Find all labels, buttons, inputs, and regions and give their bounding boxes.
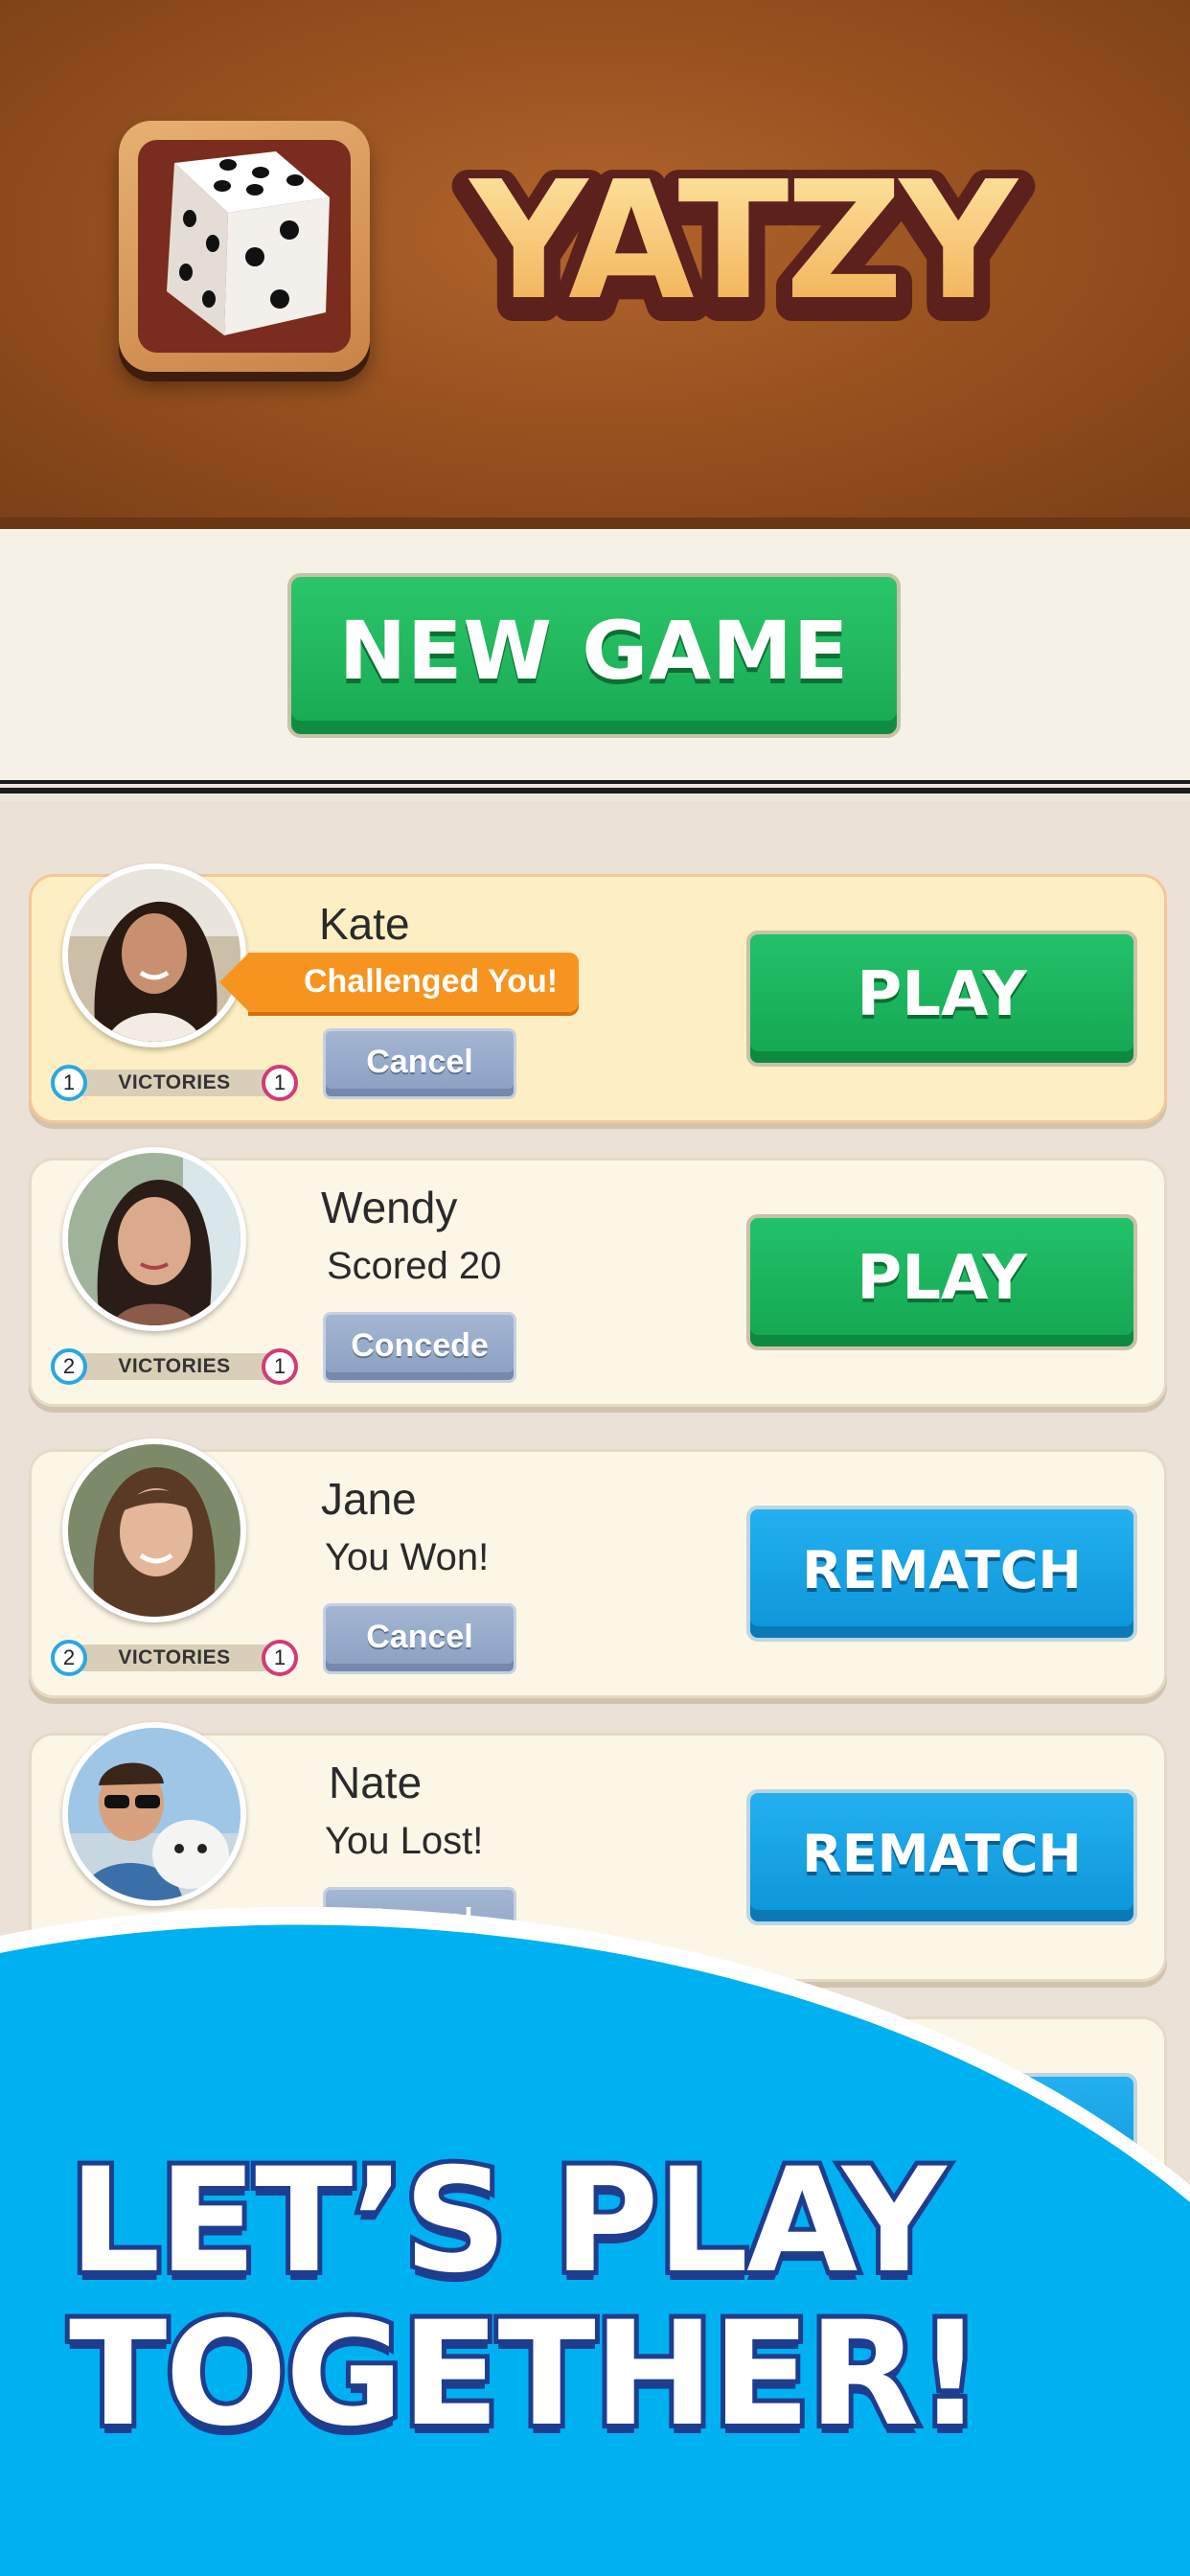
svg-text:YATZY: YATZY [468, 147, 1018, 336]
rematch-button[interactable]: REMATCH [746, 1506, 1137, 1642]
my-wins: 2 [51, 1640, 87, 1676]
player-name: Kate [319, 899, 410, 949]
cancel-button[interactable]: Cancel [323, 1603, 516, 1674]
play-button[interactable]: PLAY [746, 1214, 1137, 1350]
game-status: You Won! [325, 1536, 490, 1578]
rematch-button[interactable]: REMATCH [746, 1789, 1137, 1925]
app-title: YATZY YATZY [429, 134, 1054, 364]
victories-counter: VICTORIES 2 1 [51, 1348, 298, 1385]
player-name: Jane [321, 1474, 417, 1524]
player-name: Wendy [321, 1183, 458, 1232]
play-button[interactable]: PLAY [746, 931, 1137, 1067]
app-header: YATZY YATZY [0, 0, 1190, 539]
dice-icon [167, 151, 330, 335]
avatar [62, 1722, 246, 1906]
game-status: You Lost! [325, 1820, 484, 1862]
new-game-section: NEW GAME [0, 529, 1190, 794]
promo-banner: LET’S PLAY TOGETHER! [0, 1907, 1190, 2576]
new-game-button[interactable]: NEW GAME [287, 573, 901, 738]
my-wins: 1 [51, 1065, 87, 1101]
opponent-wins: 1 [262, 1640, 298, 1676]
player-name: Nate [329, 1758, 423, 1807]
tagline-line-1: LET’S PLAY [64, 2138, 950, 2305]
challenge-badge: Challenged You! [218, 953, 580, 1012]
concede-button[interactable]: Concede [323, 1312, 516, 1383]
opponent-wins: 1 [262, 1065, 298, 1101]
my-wins: 2 [51, 1348, 87, 1385]
avatar [62, 1438, 246, 1622]
cancel-button[interactable]: Cancel [323, 1028, 516, 1099]
victories-counter: VICTORIES 1 1 [51, 1065, 298, 1101]
tagline: LET’S PLAY TOGETHER! [64, 2138, 988, 2458]
game-card-kate: Kate Challenged You! Cancel VICTORIES 1 … [29, 863, 1167, 1123]
opponent-wins: 1 [262, 1348, 298, 1385]
game-card-wendy: Wendy Scored 20 Concede VICTORIES 2 1 PL… [29, 1147, 1167, 1407]
avatar [62, 1147, 246, 1331]
game-status: Scored 20 [327, 1245, 502, 1287]
tagline-line-2: TOGETHER! [64, 2291, 988, 2458]
victories-counter: VICTORIES 2 1 [51, 1640, 298, 1676]
dice-logo [119, 121, 370, 372]
game-card-jane: Jane You Won! Cancel VICTORIES 2 1 REMAT… [29, 1438, 1167, 1698]
